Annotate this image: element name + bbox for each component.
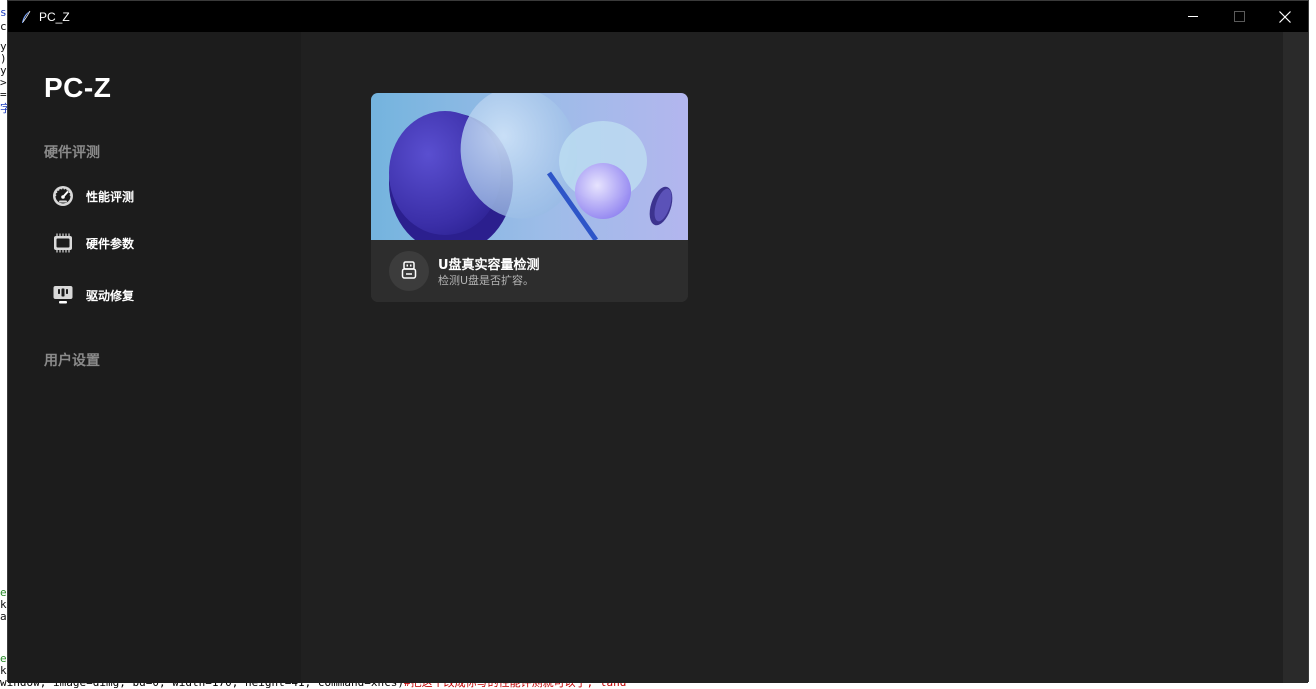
close-button[interactable]: [1262, 1, 1308, 32]
app-brand: PC-Z: [44, 72, 112, 103]
sidebar-item-label: 硬件参数: [86, 236, 135, 251]
title-bar[interactable]: PC_Z: [8, 1, 1308, 32]
window-title: PC_Z: [39, 9, 70, 24]
maximize-icon: [1233, 11, 1245, 22]
chip-icon: [48, 228, 78, 258]
card-title: U盘真实容量检测: [438, 258, 540, 273]
speedometer-icon: [48, 181, 78, 211]
section-label-hardware: 硬件评测: [44, 145, 100, 161]
main-content: U盘真实容量检测 检测U盘是否扩容。: [301, 32, 1283, 683]
window-controls: [1170, 1, 1308, 32]
feather-icon: [18, 9, 34, 25]
minimize-button[interactable]: [1170, 1, 1216, 32]
minimize-icon: [1187, 16, 1198, 17]
usb-capacity-card[interactable]: U盘真实容量检测 检测U盘是否扩容。: [371, 93, 688, 302]
card-footer: U盘真实容量检测 检测U盘是否扩容。: [371, 240, 688, 302]
sidebar-item-driver-repair[interactable]: 驱动修复: [48, 278, 248, 312]
usb-drive-icon: [389, 251, 429, 291]
sidebar-item-performance[interactable]: 性能评测: [48, 179, 248, 213]
app-window: PC_Z PC-Z 硬件评测 性能评测 硬件参数 驱动修复 用户设置 U盘真实容…: [7, 0, 1309, 683]
card-description: 检测U盘是否扩容。: [438, 274, 535, 287]
section-label-user-settings[interactable]: 用户设置: [44, 350, 100, 370]
sidebar: PC-Z 硬件评测 性能评测 硬件参数 驱动修复 用户设置: [8, 32, 301, 683]
maximize-button[interactable]: [1216, 1, 1262, 32]
sidebar-item-hardware-params[interactable]: 硬件参数: [48, 226, 248, 260]
sidebar-item-label: 驱动修复: [86, 288, 135, 303]
close-icon: [1279, 10, 1291, 23]
card-banner-image: [371, 93, 688, 253]
sidebar-item-label: 性能评测: [86, 189, 135, 204]
monitor-wrench-icon: [48, 280, 78, 310]
right-edge-panel: [1283, 32, 1308, 683]
